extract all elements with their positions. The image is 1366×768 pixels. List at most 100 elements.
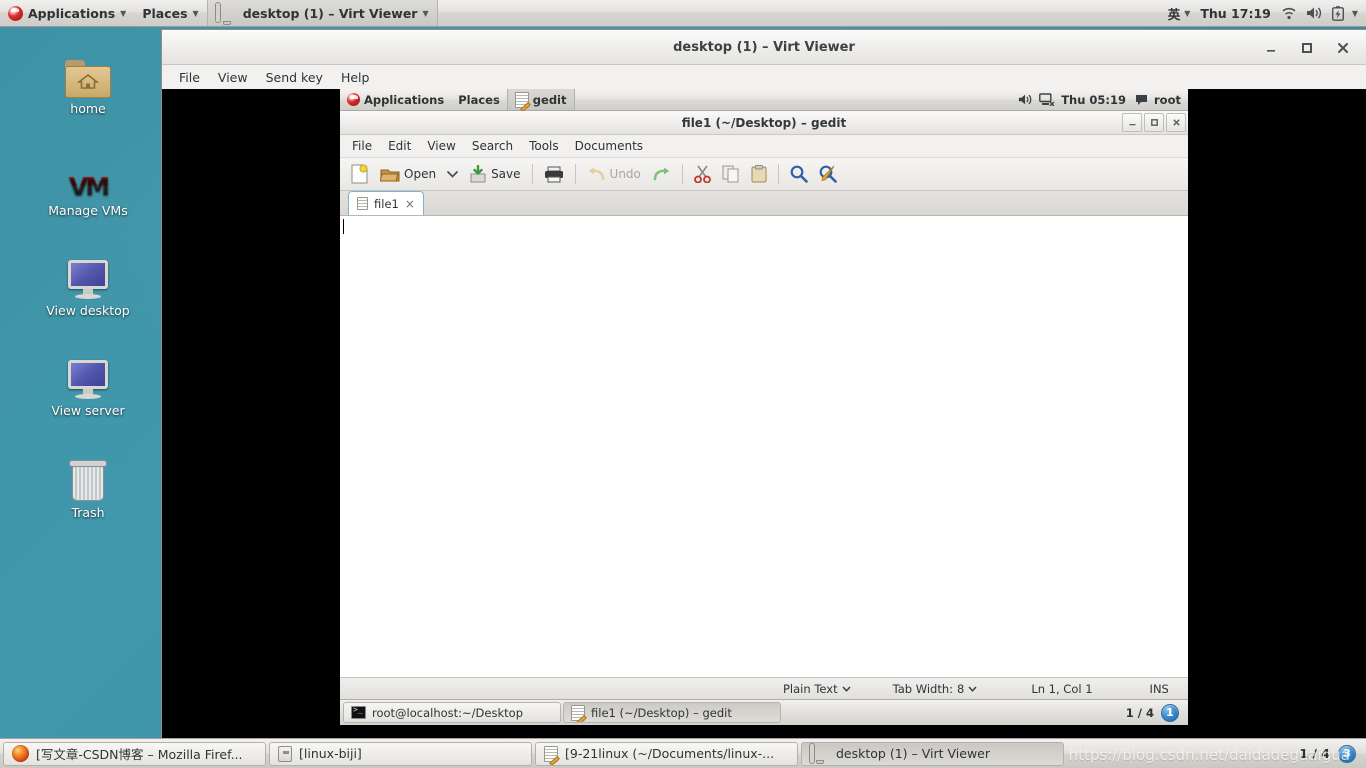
- language-selector[interactable]: Plain Text: [783, 682, 851, 696]
- vv-menu-file[interactable]: File: [170, 67, 209, 88]
- find-replace-icon: [819, 165, 837, 183]
- guest-user-label[interactable]: root: [1154, 93, 1181, 107]
- gedit-tab-label: file1: [374, 196, 399, 211]
- desktop-icon-label: View desktop: [46, 303, 130, 318]
- gedit-status-bar: Plain Text Tab Width: 8 Ln 1, Col 1 INS: [340, 677, 1188, 699]
- host-taskbar-button-virt-viewer[interactable]: desktop (1) – Virt Viewer: [801, 741, 1064, 766]
- tab-width-selector[interactable]: Tab Width: 8: [893, 682, 978, 696]
- host-taskbar-button-label: [9-21linux (~/Documents/linux-...: [565, 746, 775, 761]
- new-document-button[interactable]: [346, 162, 373, 186]
- clipboard-icon: [751, 165, 767, 183]
- host-workspace-badge[interactable]: 3: [1338, 744, 1356, 763]
- chevron-down-icon: [842, 685, 851, 692]
- gedit-menu-search[interactable]: Search: [464, 136, 521, 156]
- guest-workspace-switcher[interactable]: 1 / 4 1: [1125, 703, 1185, 722]
- host-taskbar-button-label: desktop (1) – Virt Viewer: [836, 746, 990, 761]
- printer-icon: [544, 166, 563, 182]
- open-button-label: Open: [404, 167, 437, 181]
- paste-button[interactable]: [747, 163, 771, 185]
- network-disconnected-icon[interactable]: [1039, 93, 1055, 106]
- maximize-button[interactable]: [1300, 41, 1314, 55]
- virt-viewer-display-area[interactable]: Applications Places gedit Thu 05:19 root…: [162, 89, 1366, 738]
- gedit-menu-tools[interactable]: Tools: [521, 136, 567, 156]
- desktop-icon-home[interactable]: home: [33, 46, 143, 116]
- cut-button[interactable]: [690, 163, 715, 185]
- guest-taskbar-button-gedit[interactable]: file1 (~/Desktop) – gedit: [563, 702, 781, 723]
- new-document-icon: [351, 164, 368, 184]
- guest-desktop[interactable]: Applications Places gedit Thu 05:19 root…: [340, 89, 1188, 725]
- chevron-down-icon[interactable]: ▼: [1184, 9, 1190, 18]
- guest-workspace-count: 1 / 4: [1125, 705, 1154, 720]
- guest-window-menu-gedit[interactable]: gedit: [506, 89, 575, 112]
- volume-icon[interactable]: [1306, 6, 1323, 20]
- find-button[interactable]: [786, 163, 812, 185]
- print-button[interactable]: [540, 164, 568, 185]
- open-dropdown-button[interactable]: [443, 168, 462, 180]
- vv-menu-view[interactable]: View: [209, 67, 257, 88]
- virt-viewer-titlebar[interactable]: desktop (1) – Virt Viewer: [162, 30, 1366, 65]
- gedit-maximize-button[interactable]: [1144, 113, 1164, 132]
- guest-window-menu-label: gedit: [532, 92, 567, 107]
- desktop-icon-trash[interactable]: Trash: [33, 450, 143, 520]
- desktop-icon-label: Manage VMs: [48, 203, 128, 218]
- save-button[interactable]: Save: [465, 163, 524, 185]
- gedit-menu-documents[interactable]: Documents: [567, 136, 651, 156]
- gedit-minimize-button[interactable]: [1122, 113, 1142, 132]
- gedit-titlebar[interactable]: file1 (~/Desktop) – gedit: [340, 111, 1188, 135]
- host-taskbar-button-archive[interactable]: [linux-biji]: [269, 741, 532, 766]
- gedit-menu-view[interactable]: View: [419, 136, 463, 156]
- gedit-menu-edit[interactable]: Edit: [380, 136, 419, 156]
- vv-menu-send-key[interactable]: Send key: [257, 67, 332, 88]
- gedit-tab-file1[interactable]: file1 ×: [348, 191, 424, 215]
- window-menu-virt-viewer[interactable]: desktop (1) – Virt Viewer ▼: [206, 0, 438, 26]
- desktop-icon-view-server[interactable]: View server: [33, 348, 143, 418]
- undo-button-label: Undo: [609, 167, 641, 181]
- places-menu[interactable]: Places ▼: [134, 0, 206, 26]
- toolbar-separator: [681, 164, 683, 184]
- host-taskbar-button-gedit[interactable]: [9-21linux (~/Documents/linux-...: [535, 741, 798, 766]
- guest-clock[interactable]: Thu 05:19: [1061, 93, 1126, 107]
- gedit-menu-file[interactable]: File: [344, 136, 380, 156]
- chevron-down-icon[interactable]: ▼: [1352, 9, 1358, 18]
- guest-applications-menu[interactable]: Applications: [340, 89, 451, 110]
- gedit-text-area[interactable]: [340, 216, 1188, 677]
- redo-button[interactable]: [648, 164, 675, 184]
- open-folder-icon: [380, 169, 400, 181]
- clock[interactable]: Thu 17:19: [1200, 6, 1270, 21]
- chevron-down-icon: [447, 171, 458, 178]
- copy-button[interactable]: [718, 163, 744, 185]
- guest-workspace-badge[interactable]: 1: [1161, 703, 1179, 722]
- open-button[interactable]: Open: [376, 164, 440, 185]
- chat-icon[interactable]: [1135, 94, 1148, 106]
- guest-places-menu[interactable]: Places: [451, 89, 507, 110]
- input-method-indicator[interactable]: 英: [1168, 4, 1181, 23]
- close-button[interactable]: [1336, 41, 1350, 55]
- trash-icon: [33, 450, 143, 502]
- undo-button[interactable]: Undo: [583, 164, 645, 184]
- guest-applications-label: Applications: [364, 92, 445, 107]
- volume-icon[interactable]: [1018, 93, 1033, 106]
- minimize-button[interactable]: [1264, 41, 1278, 55]
- gedit-close-button[interactable]: [1166, 113, 1186, 132]
- monitor-icon: [810, 744, 829, 764]
- gedit-window[interactable]: file1 (~/Desktop) – gedit File Edit View…: [340, 111, 1188, 699]
- toolbar-separator: [574, 164, 576, 184]
- toolbar-separator: [777, 164, 779, 184]
- applications-menu[interactable]: Applications ▼: [0, 0, 134, 26]
- document-icon: [357, 197, 368, 210]
- desktop-icon-view-desktop[interactable]: View desktop: [33, 248, 143, 318]
- host-taskbar-button-firefox[interactable]: [写文章-CSDN博客 – Mozilla Firef...: [3, 741, 266, 766]
- guest-taskbar-button-terminal[interactable]: root@localhost:~/Desktop: [343, 702, 561, 723]
- host-workspace-switcher[interactable]: 1 / 4 3: [1299, 744, 1363, 763]
- guest-taskbar-button-label: root@localhost:~/Desktop: [372, 705, 523, 720]
- replace-button[interactable]: [815, 163, 842, 185]
- battery-icon[interactable]: [1331, 5, 1344, 21]
- host-taskbar-button-label: [写文章-CSDN博客 – Mozilla Firef...: [36, 747, 243, 762]
- desktop-icon-manage-vms[interactable]: VM Manage VMs: [33, 148, 143, 218]
- chevron-down-icon: [968, 685, 977, 692]
- close-icon[interactable]: ×: [405, 197, 415, 211]
- wifi-icon[interactable]: [1281, 6, 1297, 20]
- virt-viewer-window[interactable]: desktop (1) – Virt Viewer File View Send…: [162, 30, 1366, 738]
- virt-viewer-window-controls: [1264, 30, 1360, 65]
- vv-menu-help[interactable]: Help: [332, 67, 379, 88]
